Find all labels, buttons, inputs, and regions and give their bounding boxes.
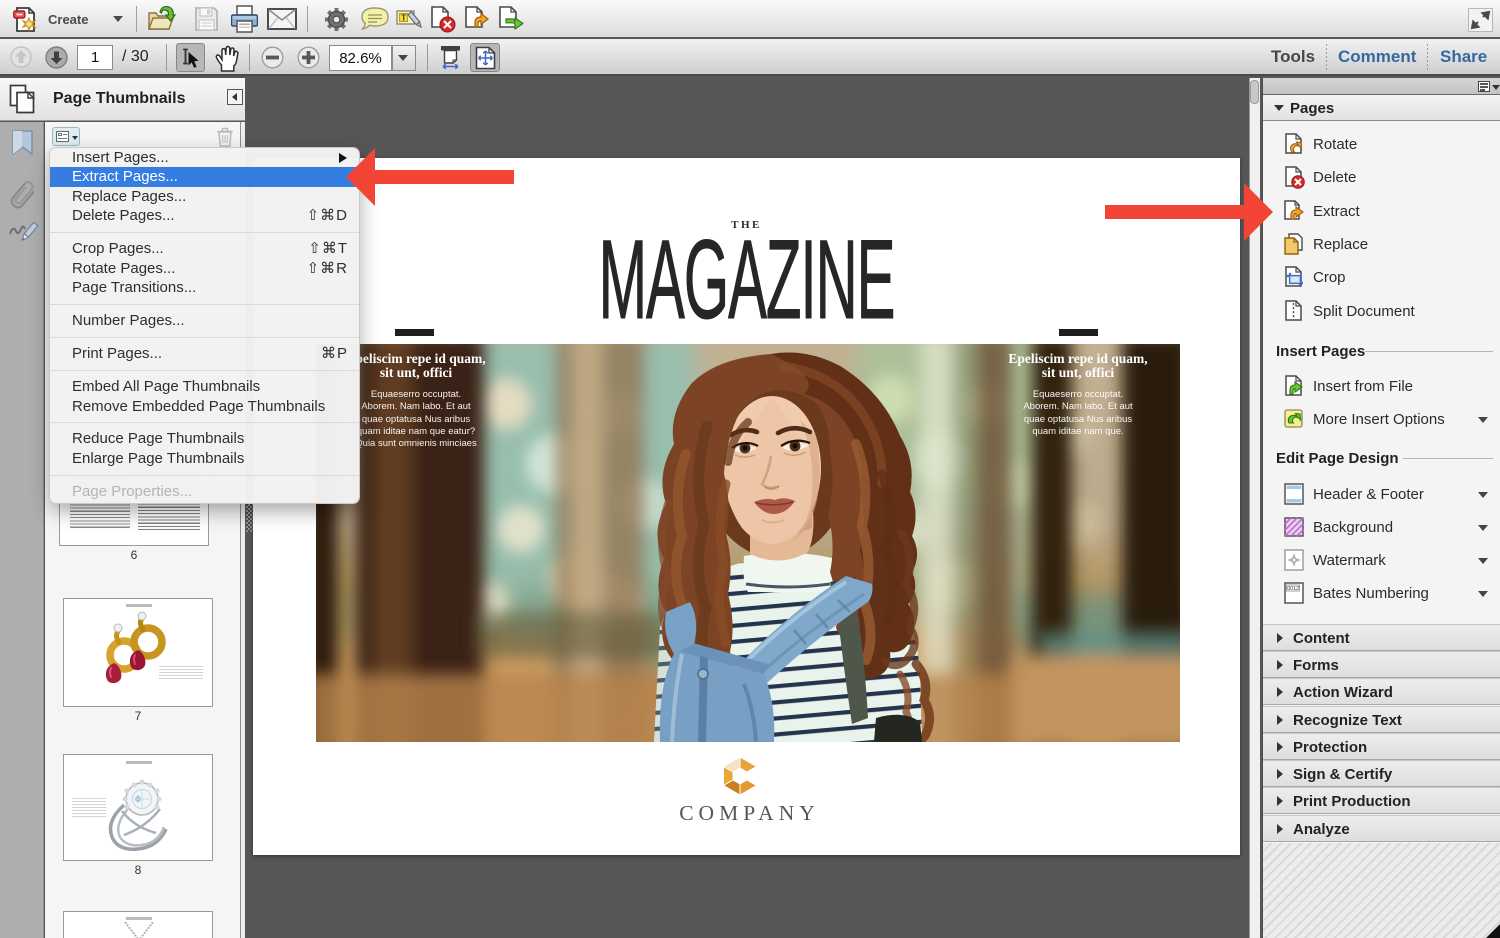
svg-text:T: T <box>401 14 406 23</box>
svg-text:0012: 0012 <box>1287 586 1299 592</box>
